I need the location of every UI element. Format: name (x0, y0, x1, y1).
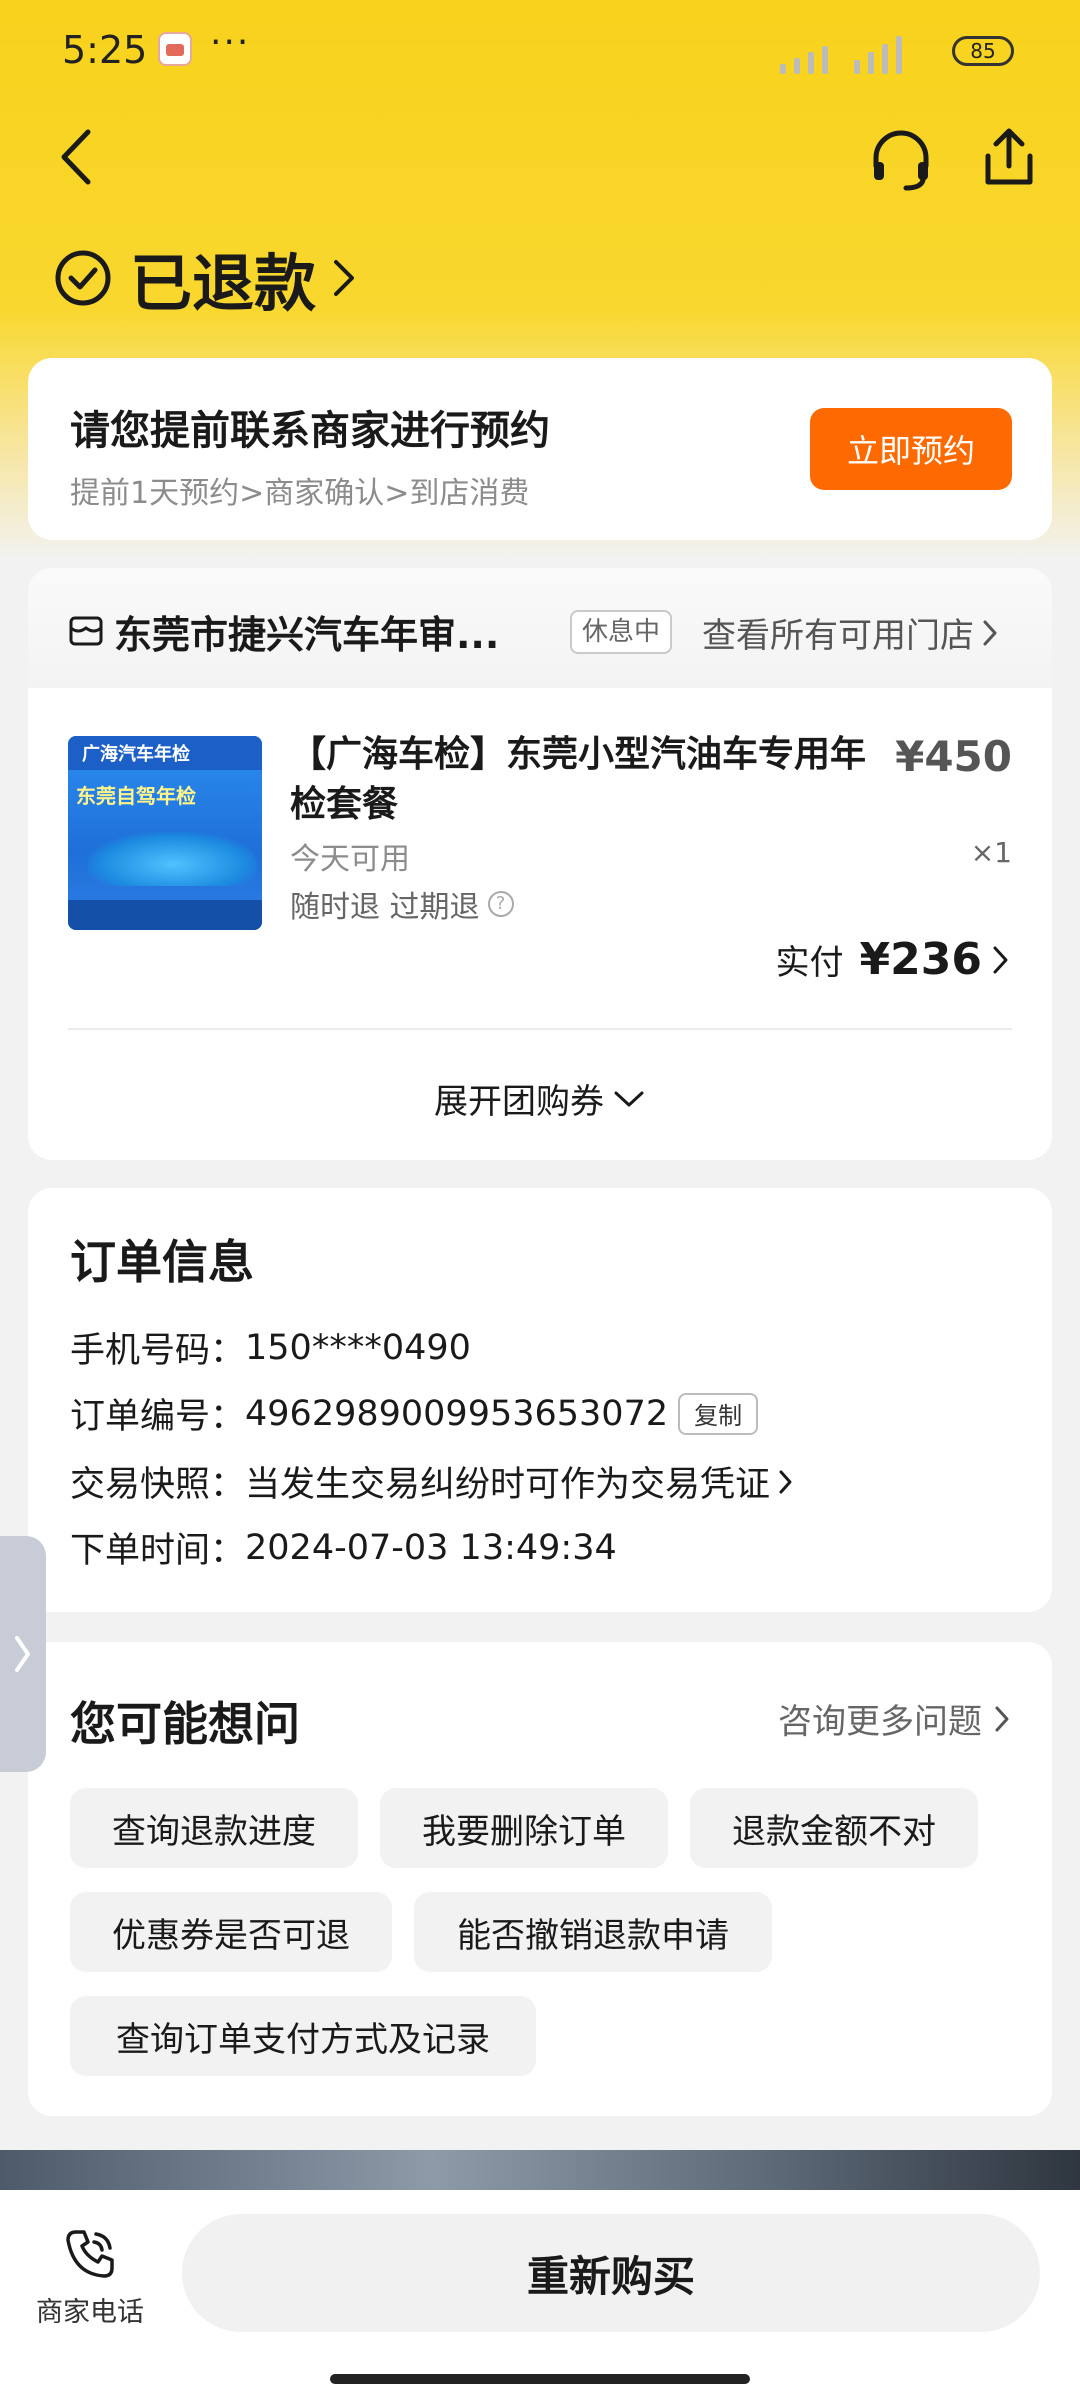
more-notifications-icon: ··· (210, 22, 251, 63)
snapshot-value: 当发生交易纠纷时可作为交易凭证 (245, 1465, 771, 1505)
share-icon (985, 128, 1033, 185)
store-status-badge: 休息中 (570, 610, 673, 654)
expand-vouchers-button[interactable]: 展开团购券 (28, 1074, 1052, 1123)
view-all-stores-link[interactable]: 查看所有可用门店 (702, 608, 1000, 657)
chevron-right-icon (15, 1636, 30, 1672)
refund-policy-text: 随时退 过期退 (290, 890, 480, 925)
refund-status-link[interactable]: 已退款 (54, 238, 358, 320)
booking-steps: 提前1天预约>商家确认>到店消费 (70, 476, 530, 511)
merchant-phone-label: 商家电话 (36, 2297, 144, 2328)
product-image-title: 东莞自驾年检 (76, 784, 196, 808)
battery-icon: 85 (952, 36, 1014, 66)
divider (68, 1028, 1012, 1030)
chevron-right-icon (334, 260, 355, 296)
order-number-row: 订单编号： 4962989009953653072 复制 (70, 1388, 759, 1439)
order-phone-row: 手机号码： 150****0490 (70, 1322, 471, 1373)
store-icon (69, 616, 103, 646)
product-image-brand: 广海汽车年检 (82, 744, 190, 765)
product-image[interactable]: 广海汽车年检 东莞自驾年检 (68, 736, 262, 930)
order-time-value: 2024-07-03 13:49:34 (245, 1527, 617, 1568)
faq-chip[interactable]: 查询退款进度 (70, 1788, 358, 1868)
product-availability: 今天可用 (290, 842, 410, 877)
view-all-stores-label: 查看所有可用门店 (702, 616, 974, 656)
check-circle-icon (55, 250, 111, 306)
status-bar: 5:25 ··· 85 (0, 0, 1080, 100)
notification-app-icon (158, 32, 192, 66)
snapshot-label: 交易快照： (70, 1465, 246, 1505)
car-illustration (88, 832, 258, 886)
store-name: 东莞市捷兴汽车年审... (114, 613, 500, 657)
buy-again-button[interactable]: 重新购买 (182, 2214, 1040, 2332)
faq-chip[interactable]: 我要删除订单 (380, 1788, 668, 1868)
more-questions-link[interactable]: 咨询更多问题 (778, 1694, 1012, 1743)
booking-card: 请您提前联系商家进行预约 提前1天预约>商家确认>到店消费 立即预约 (28, 358, 1052, 540)
order-time-label: 下单时间： (70, 1531, 246, 1571)
chevron-right-icon (995, 1706, 1009, 1731)
faq-chip[interactable]: 优惠券是否可退 (70, 1892, 392, 1972)
phone-value: 150****0490 (245, 1327, 471, 1368)
chevron-right-icon (993, 946, 1008, 973)
order-info-title: 订单信息 (70, 1235, 254, 1289)
share-button[interactable] (974, 122, 1044, 192)
book-now-button[interactable]: 立即预约 (810, 408, 1012, 490)
expand-vouchers-label: 展开团购券 (434, 1082, 604, 1122)
product-price: ¥450 (895, 732, 1012, 781)
order-info-card: 订单信息 手机号码： 150****0490 订单编号： 49629890099… (28, 1188, 1052, 1612)
chevron-right-icon (779, 1470, 792, 1493)
chevron-down-icon (614, 1091, 644, 1106)
faq-chip[interactable]: 退款金额不对 (690, 1788, 978, 1868)
booking-title: 请您提前联系商家进行预约 (70, 408, 550, 454)
order-number-value: 4962989009953653072 (245, 1393, 669, 1434)
headset-icon (873, 130, 929, 191)
back-arrow-icon (61, 129, 91, 185)
customer-service-button[interactable] (866, 124, 936, 194)
paid-amount-row[interactable]: 实付 ¥236 (776, 934, 1012, 985)
store-header[interactable]: 东莞市捷兴汽车年审... 休息中 查看所有可用门店 (28, 568, 1052, 688)
order-number-label: 订单编号： (70, 1397, 246, 1437)
order-time-row: 下单时间： 2024-07-03 13:49:34 (70, 1522, 617, 1573)
faq-card: 您可能想问 咨询更多问题 查询退款进度 我要删除订单 退款金额不对 优惠券是否可… (28, 1642, 1052, 2116)
more-questions-label: 咨询更多问题 (778, 1702, 982, 1742)
recommendation-image (0, 2150, 1080, 2190)
paid-amount: ¥236 (859, 934, 982, 985)
home-indicator (330, 2374, 750, 2384)
paid-label: 实付 (775, 943, 844, 983)
trade-snapshot-row[interactable]: 交易快照： 当发生交易纠纷时可作为交易凭证 (70, 1456, 796, 1507)
product-image-footer (68, 900, 262, 930)
phone-label: 手机号码： (70, 1331, 246, 1371)
side-drawer-handle[interactable] (0, 1536, 46, 1772)
refund-policy[interactable]: 随时退 过期退 ? (290, 882, 514, 926)
store-product-card: 东莞市捷兴汽车年审... 休息中 查看所有可用门店 广海汽车年检 东莞自驾年检 … (28, 568, 1052, 1160)
product-title[interactable]: 【广海车检】东莞小型汽油车专用年检套餐 (290, 730, 890, 830)
faq-title: 您可能想问 (70, 1697, 300, 1751)
faq-chip[interactable]: 能否撤销退款申请 (414, 1892, 772, 1972)
product-quantity: ×1 (970, 836, 1012, 869)
bottom-bar: 商家电话 重新购买 (0, 2190, 1080, 2400)
faq-chip[interactable]: 查询订单支付方式及记录 (70, 1996, 536, 2076)
back-button[interactable] (50, 122, 110, 192)
help-icon[interactable]: ? (487, 891, 514, 917)
status-time: 5:25 (62, 28, 148, 72)
chevron-right-icon (983, 620, 997, 645)
refund-status-title: 已退款 (130, 247, 317, 320)
phone-icon (66, 2230, 114, 2278)
signal-icon (780, 30, 930, 74)
copy-button[interactable]: 复制 (678, 1392, 759, 1435)
